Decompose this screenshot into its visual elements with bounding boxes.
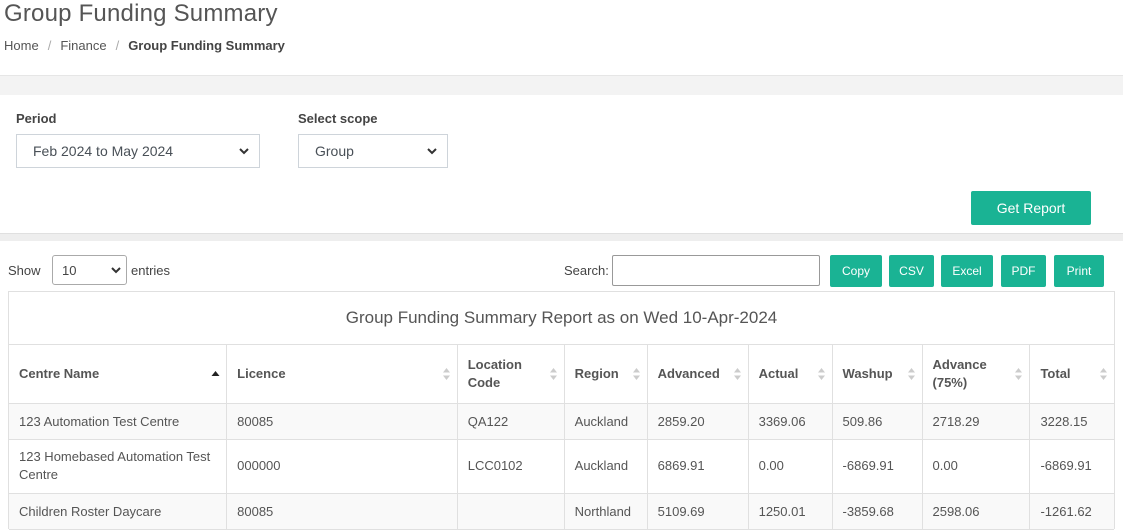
chevron-down-icon xyxy=(111,267,121,274)
sort-both-icon xyxy=(907,368,915,380)
csv-button[interactable]: CSV xyxy=(889,255,934,287)
cell-region: Northland xyxy=(564,493,648,530)
period-select[interactable]: Feb 2024 to May 2024 xyxy=(16,134,260,168)
entries-select-value: 10 xyxy=(62,262,77,278)
column-header-actual[interactable]: Actual xyxy=(748,345,833,404)
sort-both-icon xyxy=(549,368,557,380)
column-header-advanced[interactable]: Advanced xyxy=(647,345,749,404)
cell-advance-75: 0.00 xyxy=(922,439,1031,494)
cell-total: -6869.91 xyxy=(1029,439,1114,494)
search-input[interactable] xyxy=(612,255,820,286)
cell-centre-name: 123 Homebased Automation Test Centre xyxy=(9,439,228,494)
cell-advanced: 6869.91 xyxy=(647,439,749,494)
column-header-total[interactable]: Total xyxy=(1029,345,1114,404)
cell-licence: 000000 xyxy=(226,439,458,494)
cell-location-code xyxy=(457,493,565,530)
cell-centre-name: Children Roster Daycare xyxy=(9,493,228,530)
report-caption: Group Funding Summary Report as on Wed 1… xyxy=(9,292,1114,345)
column-header-licence[interactable]: Licence xyxy=(226,345,458,404)
entries-label: entries xyxy=(131,263,171,278)
table-row: 123 Homebased Automation Test Centre 000… xyxy=(9,439,1114,494)
period-select-value: Feb 2024 to May 2024 xyxy=(33,143,174,159)
copy-button[interactable]: Copy xyxy=(830,255,882,287)
search-label: Search: xyxy=(564,263,609,278)
chevron-down-icon xyxy=(239,148,249,155)
chevron-down-icon xyxy=(427,148,437,155)
breadcrumb-home[interactable]: Home xyxy=(4,38,39,53)
sort-both-icon xyxy=(442,368,450,380)
cell-actual: 1250.01 xyxy=(748,493,833,530)
excel-button[interactable]: Excel xyxy=(941,255,993,287)
scope-select[interactable]: Group xyxy=(298,134,448,168)
pdf-button[interactable]: PDF xyxy=(1001,255,1046,287)
report-table-container: Group Funding Summary Report as on Wed 1… xyxy=(8,291,1115,530)
cell-licence: 80085 xyxy=(226,493,458,530)
cell-actual: 0.00 xyxy=(748,439,833,494)
sort-both-icon xyxy=(632,368,640,380)
breadcrumb-separator: / xyxy=(47,38,52,53)
print-button[interactable]: Print xyxy=(1054,255,1104,287)
cell-washup: -6869.91 xyxy=(832,439,923,494)
cell-advanced: 2859.20 xyxy=(647,403,749,440)
column-header-washup[interactable]: Washup xyxy=(832,345,923,404)
breadcrumb-separator: / xyxy=(115,38,120,53)
column-header-centre-name[interactable]: Centre Name xyxy=(9,345,228,404)
sort-both-icon xyxy=(817,368,825,380)
sort-both-icon xyxy=(1100,368,1107,380)
cell-actual: 3369.06 xyxy=(748,403,833,440)
cell-location-code: LCC0102 xyxy=(457,439,565,494)
breadcrumb-current: Group Funding Summary xyxy=(128,38,285,53)
scope-select-value: Group xyxy=(315,143,354,159)
cell-washup: -3859.68 xyxy=(832,493,923,530)
column-header-advance-75[interactable]: Advance (75%) xyxy=(922,345,1031,404)
cell-region: Auckland xyxy=(564,403,648,440)
cell-total: 3228.15 xyxy=(1029,403,1114,440)
cell-centre-name: 123 Automation Test Centre xyxy=(9,403,228,440)
scope-label: Select scope xyxy=(298,111,378,126)
filter-panel: Period Feb 2024 to May 2024 Select scope… xyxy=(0,95,1123,233)
column-header-location-code[interactable]: Location Code xyxy=(457,345,565,404)
cell-total: -1261.62 xyxy=(1029,493,1114,530)
cell-advance-75: 2598.06 xyxy=(922,493,1031,530)
column-header-region[interactable]: Region xyxy=(564,345,648,404)
table-row: 123 Automation Test Centre 80085 QA122 A… xyxy=(9,403,1114,440)
entries-per-page-select[interactable]: 10 xyxy=(52,255,127,285)
breadcrumb-finance[interactable]: Finance xyxy=(60,38,106,53)
funding-summary-table: Centre Name Licence Location Code Region… xyxy=(9,345,1114,530)
breadcrumb: Home / Finance / Group Funding Summary xyxy=(4,38,285,53)
cell-washup: 509.86 xyxy=(832,403,923,440)
table-row: Children Roster Daycare 80085 Northland … xyxy=(9,493,1114,530)
cell-advance-75: 2718.29 xyxy=(922,403,1031,440)
cell-region: Auckland xyxy=(564,439,648,494)
get-report-button[interactable]: Get Report xyxy=(971,191,1091,225)
sort-both-icon xyxy=(1015,368,1023,380)
cell-advanced: 5109.69 xyxy=(647,493,749,530)
section-divider xyxy=(0,75,1123,95)
sort-ascending-icon xyxy=(211,371,220,376)
show-label: Show xyxy=(8,263,41,278)
sort-both-icon xyxy=(733,368,741,380)
page-title: Group Funding Summary xyxy=(4,0,278,27)
period-label: Period xyxy=(16,111,57,126)
cell-location-code: QA122 xyxy=(457,403,565,440)
section-divider xyxy=(0,233,1123,241)
cell-licence: 80085 xyxy=(226,403,458,440)
